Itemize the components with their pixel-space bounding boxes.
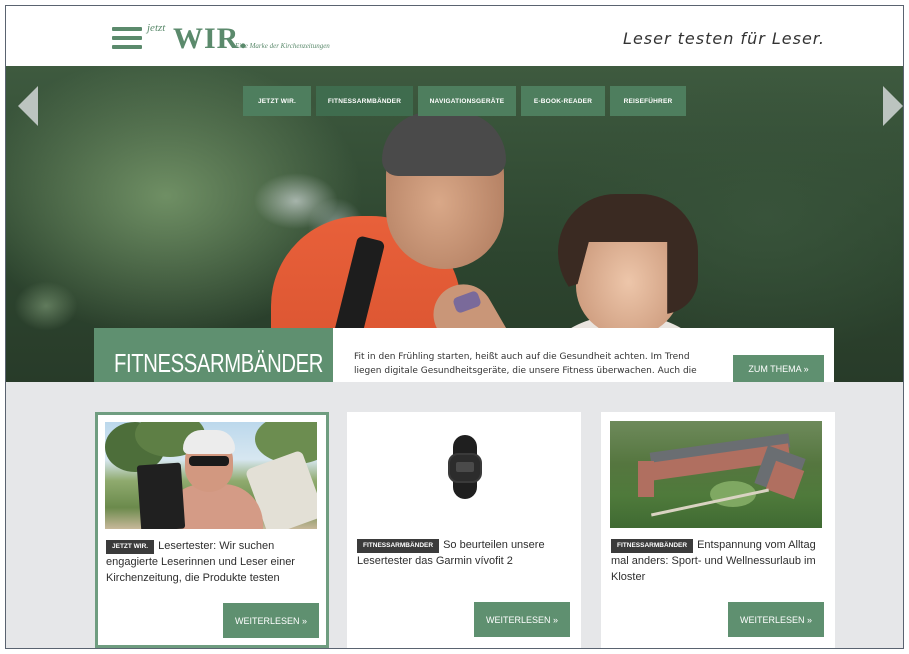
card-teaser: FITNESSARMBÄNDER Entspannung vom Alltag m… — [611, 537, 825, 585]
feature-teaser-panel: Fit in den Frühling starten, heißt auch … — [333, 328, 834, 382]
nav-item-ebook-reader[interactable]: E-BOOK-READER — [521, 86, 605, 116]
page-frame: jetzt WIR. Eine Marke der Kirchenzeitung… — [5, 5, 904, 649]
category-nav: JETZT WIR. FITNESSARMBÄNDER NAVIGATIONSG… — [243, 86, 686, 116]
zum-thema-button[interactable]: ZUM THEMA » — [733, 355, 824, 382]
hero-photo-man-hair — [382, 112, 506, 176]
article-card[interactable]: FITNESSARMBÄNDER Entspannung vom Alltag m… — [601, 412, 835, 648]
slider-prev-arrow-icon[interactable] — [18, 86, 38, 126]
nav-item-fitnessarmbaender[interactable]: FITNESSARMBÄNDER — [316, 86, 413, 116]
nav-item-jetzt-wir[interactable]: JETZT WIR. — [243, 86, 311, 116]
feature-teaser-text: Fit in den Frühling starten, heißt auch … — [354, 352, 697, 376]
feature-title: FITNESSARMBÄNDER — [114, 348, 323, 378]
logo-subtitle: Eine Marke der Kirchenzeitungen — [235, 42, 330, 50]
site-header: jetzt WIR. Eine Marke der Kirchenzeitung… — [6, 6, 903, 66]
card-teaser: FITNESSARMBÄNDER So beurteilen unsere Les… — [357, 537, 571, 569]
nav-item-navigationsgeraete[interactable]: NAVIGATIONSGERÄTE — [418, 86, 516, 116]
cloister-aerial-photo[interactable] — [610, 421, 822, 528]
logo-main-text: WIR. — [173, 22, 248, 55]
weiterlesen-button[interactable]: WEITERLESEN » — [223, 603, 319, 638]
article-card[interactable]: FITNESSARMBÄNDER So beurteilen unsere Les… — [347, 412, 581, 648]
article-card[interactable]: JETZT WIR. Lesertester: Wir suchen engagi… — [95, 412, 329, 648]
slider-next-arrow-icon[interactable] — [883, 86, 903, 126]
logo-small-text: jetzt — [147, 22, 166, 34]
man-with-ebook-reader-photo[interactable] — [105, 422, 317, 529]
hero-slider: JETZT WIR. FITNESSARMBÄNDER NAVIGATIONSG… — [6, 66, 903, 382]
menu-icon[interactable] — [112, 27, 142, 49]
weiterlesen-button[interactable]: WEITERLESEN » — [474, 602, 570, 637]
card-teaser: JETZT WIR. Lesertester: Wir suchen engagi… — [106, 538, 320, 586]
nav-item-reisefuehrer[interactable]: REISEFÜHRER — [610, 86, 686, 116]
card-category-badge[interactable]: FITNESSARMBÄNDER — [611, 539, 694, 553]
card-category-badge[interactable]: JETZT WIR. — [106, 540, 155, 554]
site-tagline: Leser testen für Leser. — [623, 29, 825, 48]
card-category-badge[interactable]: FITNESSARMBÄNDER — [357, 539, 440, 553]
fitness-band-photo[interactable] — [356, 421, 568, 528]
weiterlesen-button[interactable]: WEITERLESEN » — [728, 602, 824, 637]
feature-title-box: FITNESSARMBÄNDER — [94, 328, 333, 382]
